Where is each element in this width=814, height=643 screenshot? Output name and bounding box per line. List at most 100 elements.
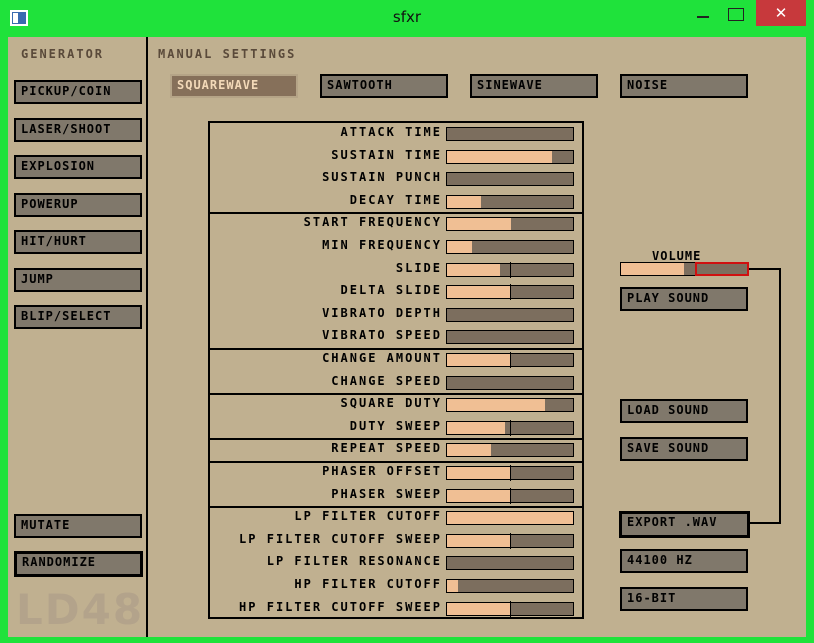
slider-row: DECAY TIME (210, 191, 582, 214)
slider-row: HP FILTER CUTOFF SWEEP (210, 598, 582, 621)
slider-track[interactable] (446, 419, 574, 436)
slider-fill (447, 218, 511, 231)
laser-shoot-button[interactable]: LASER/SHOOT (14, 118, 142, 142)
slider-label: LP FILTER CUTOFF SWEEP (239, 531, 442, 546)
squarewave-button[interactable]: SQUAREWAVE (170, 74, 298, 98)
panel-divider (146, 37, 148, 637)
volume-label: VOLUME (652, 249, 702, 263)
slider-track[interactable] (446, 127, 574, 141)
slider-label: SUSTAIN PUNCH (322, 170, 442, 185)
slider-track[interactable] (446, 172, 574, 187)
manual-settings-heading: MANUAL SETTINGS (158, 47, 297, 61)
pickup-coin-button[interactable]: PICKUP/COIN (14, 80, 142, 104)
slider-track[interactable] (446, 307, 574, 322)
slider-center-mark (510, 352, 511, 368)
slider-row: PHASER OFFSET (210, 462, 582, 485)
slider-label: VIBRATO SPEED (322, 328, 442, 343)
slider-label: SLIDE (395, 260, 442, 275)
ld48-logo: LD48 (16, 585, 145, 634)
slider-row: HP FILTER CUTOFF (210, 575, 582, 598)
sawtooth-button[interactable]: SAWTOOTH (320, 74, 448, 98)
slider-fill (447, 421, 505, 434)
slider-track[interactable] (446, 330, 574, 345)
slider-fill (447, 467, 510, 479)
slider-track[interactable] (446, 194, 574, 209)
export-wav-button[interactable]: EXPORT .WAV (619, 511, 750, 538)
slider-row: DUTY SWEEP (210, 417, 582, 440)
randomize-button[interactable]: RANDOMIZE (14, 551, 143, 577)
slider-fill (447, 263, 500, 276)
load-sound-button[interactable]: LOAD SOUND (620, 399, 748, 423)
slider-center-mark (510, 600, 511, 617)
slider-row: SQUARE DUTY (210, 394, 582, 417)
explosion-button[interactable]: EXPLOSION (14, 155, 142, 179)
slider-center-mark (510, 284, 511, 301)
slider-fill (447, 241, 472, 253)
save-sound-button[interactable]: SAVE SOUND (620, 437, 748, 461)
jump-button[interactable]: JUMP (14, 268, 142, 292)
minimize-button[interactable] (686, 0, 720, 26)
slider-track[interactable] (446, 465, 574, 481)
play-sound-button[interactable]: PLAY SOUND (620, 287, 748, 311)
slider-fill (447, 580, 458, 592)
slider-center-mark (510, 532, 511, 549)
volume-slider-fill (621, 263, 684, 275)
slider-label: DELTA SLIDE (340, 283, 442, 298)
slider-label: PHASER OFFSET (322, 464, 442, 478)
slider-track[interactable] (446, 398, 574, 413)
slider-track[interactable] (446, 443, 574, 458)
mutate-button[interactable]: MUTATE (14, 514, 142, 538)
sinewave-button[interactable]: SINEWAVE (470, 74, 598, 98)
slider-track[interactable] (446, 284, 574, 301)
sample-rate-button[interactable]: 44100 HZ (620, 549, 748, 573)
bit-depth-button[interactable]: 16-BIT (620, 587, 748, 611)
slider-row: LP FILTER RESONANCE (210, 552, 582, 575)
slider-label: SUSTAIN TIME (331, 147, 442, 162)
slider-track[interactable] (446, 556, 574, 571)
powerup-button[interactable]: POWERUP (14, 193, 142, 217)
slider-track[interactable] (446, 352, 574, 368)
slider-track[interactable] (446, 487, 574, 504)
slider-track[interactable] (446, 149, 574, 164)
slider-track[interactable] (446, 579, 574, 593)
slider-row: PHASER SWEEP (210, 485, 582, 508)
slider-fill (447, 195, 481, 208)
noise-button[interactable]: NOISE (620, 74, 748, 98)
slider-track[interactable] (446, 511, 574, 526)
slider-center-mark (510, 487, 511, 504)
slider-label: CHANGE AMOUNT (322, 351, 442, 365)
slider-label: LP FILTER RESONANCE (266, 554, 442, 569)
volume-slider-highlight (695, 262, 749, 276)
slider-track[interactable] (446, 240, 574, 254)
slider-center-mark (510, 465, 511, 481)
slider-track[interactable] (446, 261, 574, 278)
hit-hurt-button[interactable]: HIT/HURT (14, 230, 142, 254)
slider-row: LP FILTER CUTOFF (210, 507, 582, 530)
slider-track[interactable] (446, 532, 574, 549)
slider-fill (447, 354, 510, 366)
slider-label: CHANGE SPEED (331, 373, 442, 388)
blip-select-button[interactable]: BLIP/SELECT (14, 305, 142, 329)
slider-fill (447, 444, 491, 457)
slider-track[interactable] (446, 600, 574, 617)
maximize-button[interactable] (722, 0, 756, 26)
title-bar: sfxr ✕ (0, 0, 814, 37)
app-client-area: GENERATOR PICKUP/COIN LASER/SHOOT EXPLOS… (8, 37, 806, 637)
slider-label: HP FILTER CUTOFF (294, 577, 442, 591)
connector-line (749, 522, 781, 524)
slider-row: CHANGE AMOUNT (210, 349, 582, 372)
generator-heading: GENERATOR (21, 47, 105, 61)
slider-label: DECAY TIME (349, 192, 442, 207)
slider-label: MIN FREQUENCY (322, 238, 442, 252)
slider-fill (447, 399, 545, 412)
slider-row: SUSTAIN PUNCH (210, 168, 582, 191)
slider-row: SUSTAIN TIME (210, 146, 582, 169)
slider-row: LP FILTER CUTOFF SWEEP (210, 530, 582, 553)
slider-center-mark (510, 419, 511, 436)
slider-track[interactable] (446, 217, 574, 232)
slider-label: VIBRATO DEPTH (322, 305, 442, 320)
close-button[interactable]: ✕ (756, 0, 806, 26)
slider-label: PHASER SWEEP (331, 486, 442, 501)
slider-fill (447, 489, 510, 502)
slider-track[interactable] (446, 375, 574, 390)
